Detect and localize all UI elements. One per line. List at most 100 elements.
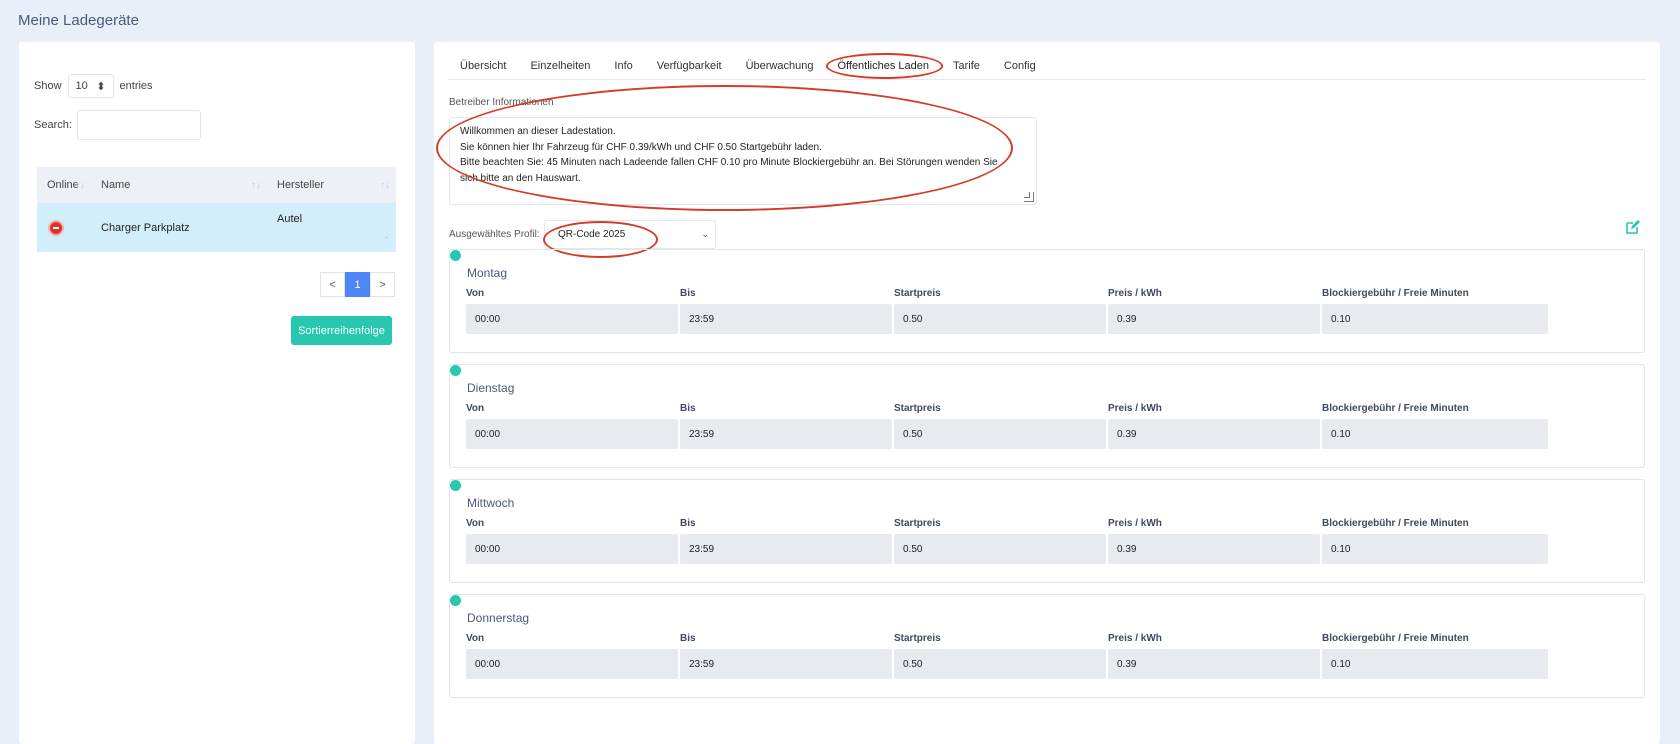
tab-tarife[interactable]: Tarife [941, 54, 992, 79]
col-label-blockiergebuehr: Blockiergebühr / Freie Minuten [1322, 633, 1469, 644]
day-title: Montag [467, 266, 508, 280]
updown-icon: ⬍ [96, 80, 106, 93]
sort-order-button[interactable]: Sortierreihenfolge [291, 316, 392, 345]
column-label: Hersteller [277, 179, 325, 191]
col-label-von: Von [466, 633, 485, 644]
sort-icon: ↑↓ [251, 179, 261, 191]
col-label-bis: Bis [680, 288, 696, 299]
col-label-startpreis: Startpreis [894, 403, 941, 414]
tab-ueberwachung[interactable]: Überwachung [734, 54, 826, 79]
col-label-bis: Bis [680, 518, 696, 529]
page-length-select[interactable]: 10 ⬍ [67, 74, 114, 98]
chevron-down-icon: ⌄ [701, 229, 709, 239]
von-field[interactable]: 00:00 [466, 304, 678, 334]
startpreis-field[interactable]: 0.50 [894, 649, 1106, 679]
bis-field[interactable]: 23:59 [680, 649, 892, 679]
table-header: Online ↑↓ Name ↑↓ Hersteller ↑↓ [37, 167, 396, 203]
table-row[interactable]: Charger Parkplatz Autel - [37, 203, 396, 252]
col-label-preis-kwh: Preis / kWh [1108, 633, 1162, 644]
col-label-preis-kwh: Preis / kWh [1108, 288, 1162, 299]
column-header-online[interactable]: Online ↑↓ [37, 167, 91, 203]
operator-info-label: Betreiber Informationen [449, 97, 554, 108]
startpreis-field[interactable]: 0.50 [894, 304, 1106, 334]
col-label-preis-kwh: Preis / kWh [1108, 518, 1162, 529]
tab-config[interactable]: Config [992, 54, 1048, 79]
blockiergebuehr-field[interactable]: 0.10 [1322, 419, 1548, 449]
startpreis-field[interactable]: 0.50 [894, 534, 1106, 564]
day-card-montag: Montag Von 00:00 Bis 23:59 Startpreis 0.50 … [449, 249, 1645, 353]
status-dot [450, 480, 461, 491]
show-label: Show [34, 80, 62, 92]
day-card-mittwoch: Mittwoch Von 00:00 Bis 23:59 Startpreis 0.5… [449, 479, 1645, 583]
tab-einzelheiten[interactable]: Einzelheiten [518, 54, 602, 79]
bis-field[interactable]: 23:59 [680, 419, 892, 449]
edit-icon[interactable] [1625, 219, 1641, 235]
profile-label: Ausgewähltes Profil: [449, 229, 540, 240]
operator-line: Willkommen an dieser Ladestation. [460, 126, 616, 137]
column-header-name[interactable]: Name ↑↓ [91, 167, 267, 203]
search-input[interactable] [76, 110, 201, 140]
pagination: < 1 > [320, 272, 395, 297]
bis-field[interactable]: 23:59 [680, 534, 892, 564]
col-label-startpreis: Startpreis [894, 288, 941, 299]
day-card-dienstag: Dienstag Von 00:00 Bis 23:59 Startpreis 0.5… [449, 364, 1645, 468]
sort-icon: ↑↓ [380, 179, 390, 191]
tab-uebersicht[interactable]: Übersicht [448, 54, 518, 79]
col-label-blockiergebuehr: Blockiergebühr / Freie Minuten [1322, 288, 1469, 299]
operator-info-textarea[interactable]: Willkommen an dieser Ladestation. Sie kö… [449, 117, 1037, 205]
startpreis-field[interactable]: 0.50 [894, 419, 1106, 449]
preis-kwh-field[interactable]: 0.39 [1108, 534, 1320, 564]
col-label-startpreis: Startpreis [894, 518, 941, 529]
next-page-button[interactable]: > [370, 272, 395, 297]
day-card-donnerstag: Donnerstag Von 00:00 Bis 23:59 Startpreis 0… [449, 594, 1645, 698]
column-header-hersteller[interactable]: Hersteller ↑↓ [267, 167, 396, 203]
day-title: Mittwoch [467, 496, 515, 510]
search-control: Search: [34, 110, 201, 140]
von-field[interactable]: 00:00 [466, 534, 678, 564]
preis-kwh-field[interactable]: 0.39 [1108, 419, 1320, 449]
operator-line: Sie können hier Ihr Fahrzeug für CHF 0.3… [460, 141, 822, 153]
tab-info[interactable]: Info [602, 54, 644, 79]
tab-label: Öffentliches Laden [837, 60, 929, 72]
col-label-von: Von [466, 518, 485, 529]
blockiergebuehr-field[interactable]: 0.10 [1322, 534, 1548, 564]
prev-page-button[interactable]: < [320, 272, 345, 297]
sort-icon: ↑↓ [75, 179, 85, 191]
status-dot [450, 250, 461, 261]
offline-status-icon [48, 219, 64, 236]
charger-list-panel: Show 10 ⬍ entries Search: Online ↑↓ Name… [19, 42, 415, 744]
col-label-von: Von [466, 288, 485, 299]
von-field[interactable]: 00:00 [466, 649, 678, 679]
search-label: Search: [34, 119, 72, 131]
hersteller-value: Autel [277, 213, 303, 225]
operator-line: sich bitte an den Hauswart. [460, 172, 581, 184]
preis-kwh-field[interactable]: 0.39 [1108, 304, 1320, 334]
status-dot [450, 595, 461, 606]
resize-handle-icon[interactable] [1024, 192, 1034, 202]
von-field[interactable]: 00:00 [466, 419, 678, 449]
charger-table: Online ↑↓ Name ↑↓ Hersteller ↑↓ Charger … [37, 167, 396, 252]
entries-label: entries [119, 80, 153, 92]
page-title: Meine Ladegeräte [18, 12, 139, 29]
bis-field[interactable]: 23:59 [680, 304, 892, 334]
col-label-bis: Bis [680, 403, 696, 414]
online-cell [37, 203, 91, 252]
blockiergebuehr-field[interactable]: 0.10 [1322, 304, 1548, 334]
col-label-blockiergebuehr: Blockiergebühr / Freie Minuten [1322, 518, 1469, 529]
charger-detail-panel: Übersicht Einzelheiten Info Verfügbarkei… [434, 42, 1660, 744]
profile-value: QR-Code 2025 [558, 229, 626, 240]
preis-kwh-field[interactable]: 0.39 [1108, 649, 1320, 679]
page-1-button[interactable]: 1 [345, 272, 370, 297]
page-length-value: 10 [75, 80, 88, 92]
page-length-control: Show 10 ⬍ entries [34, 74, 153, 98]
status-dot [450, 365, 461, 376]
blockiergebuehr-field[interactable]: 0.10 [1322, 649, 1548, 679]
tab-bar: Übersicht Einzelheiten Info Verfügbarkei… [448, 53, 1646, 80]
col-label-startpreis: Startpreis [894, 633, 941, 644]
profile-select[interactable]: QR-Code 2025 ⌄ [544, 220, 716, 249]
tab-oeffentliches-laden[interactable]: Öffentliches Laden [825, 53, 943, 79]
hersteller-cell: Autel - [267, 203, 396, 252]
col-label-blockiergebuehr: Blockiergebühr / Freie Minuten [1322, 403, 1469, 414]
tab-verfuegbarkeit[interactable]: Verfügbarkeit [645, 54, 734, 79]
day-title: Dienstag [467, 381, 515, 395]
